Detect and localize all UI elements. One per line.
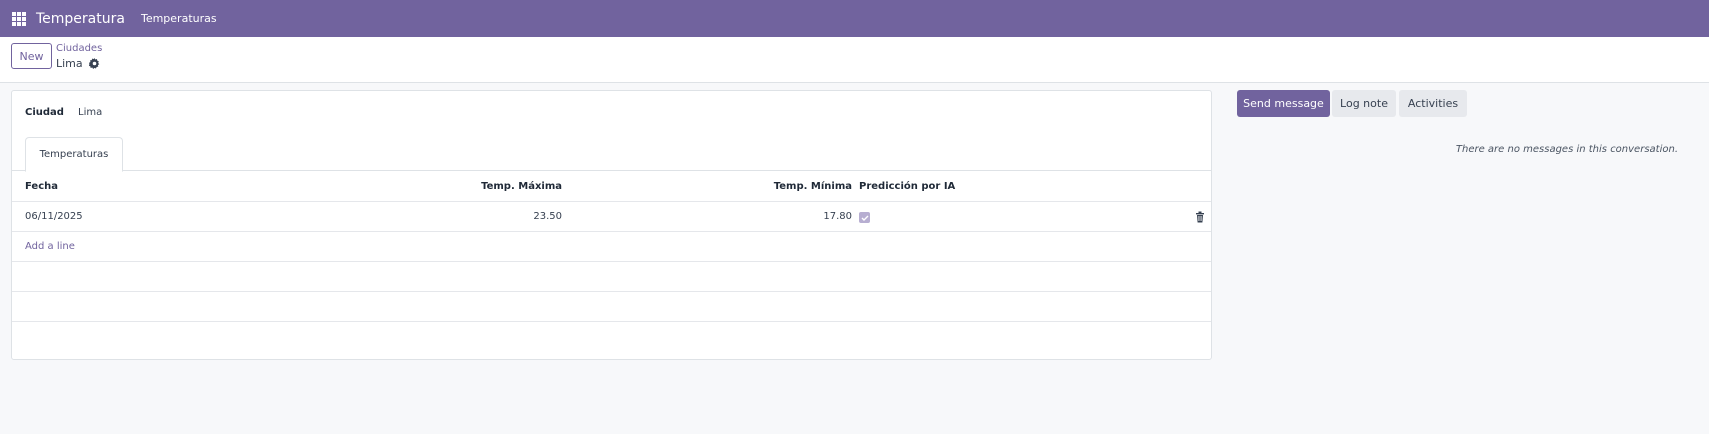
notebook-tabs: Temperaturas: [12, 137, 1211, 172]
column-temp-maxima[interactable]: Temp. Máxima: [262, 172, 562, 202]
trash-icon[interactable]: [1195, 211, 1205, 223]
checkbox-checked-icon[interactable]: [859, 212, 870, 223]
add-line-row: Add a line: [12, 232, 1211, 262]
column-temp-minima[interactable]: Temp. Mínima: [552, 172, 852, 202]
empty-row: [12, 322, 1211, 360]
control-panel: New Ciudades Lima: [0, 37, 1709, 83]
tab-temperaturas[interactable]: Temperaturas: [25, 137, 123, 172]
empty-row: [12, 292, 1211, 322]
menu-item-temperaturas[interactable]: Temperaturas: [141, 12, 217, 25]
add-line-link[interactable]: Add a line: [25, 232, 75, 262]
column-fecha[interactable]: Fecha: [25, 172, 58, 202]
table-row[interactable]: 06/11/2025 23.50 17.80: [12, 202, 1211, 232]
breadcrumb-ciudades[interactable]: Ciudades: [56, 43, 102, 54]
activities-button[interactable]: Activities: [1399, 90, 1467, 117]
temp-minima-cell[interactable]: 17.80: [552, 202, 852, 232]
column-prediccion-ia[interactable]: Predicción por IA: [859, 172, 955, 202]
form-sheet: Ciudad Lima Temperaturas Fecha Temp. Máx…: [11, 90, 1212, 360]
send-message-button[interactable]: Send message: [1237, 90, 1330, 117]
fecha-cell[interactable]: 06/11/2025: [25, 202, 83, 232]
temperature-table: Fecha Temp. Máxima Temp. Mínima Predicci…: [12, 172, 1211, 360]
empty-row: [12, 262, 1211, 292]
ciudad-label: Ciudad: [25, 107, 64, 118]
ciudad-field[interactable]: Lima: [78, 107, 102, 118]
new-button[interactable]: New: [11, 43, 52, 69]
table-header: Fecha Temp. Máxima Temp. Mínima Predicci…: [12, 172, 1211, 202]
log-note-button[interactable]: Log note: [1332, 90, 1396, 117]
apps-grid-icon[interactable]: [12, 11, 26, 26]
top-navbar: Temperatura Temperaturas: [0, 0, 1709, 37]
app-title[interactable]: Temperatura: [36, 11, 125, 27]
record-name: Lima: [56, 57, 83, 70]
empty-chatter-text: There are no messages in this conversati…: [1455, 144, 1678, 155]
temp-maxima-cell[interactable]: 23.50: [262, 202, 562, 232]
breadcrumb-current: Lima: [56, 57, 100, 70]
gear-icon[interactable]: [88, 58, 100, 69]
